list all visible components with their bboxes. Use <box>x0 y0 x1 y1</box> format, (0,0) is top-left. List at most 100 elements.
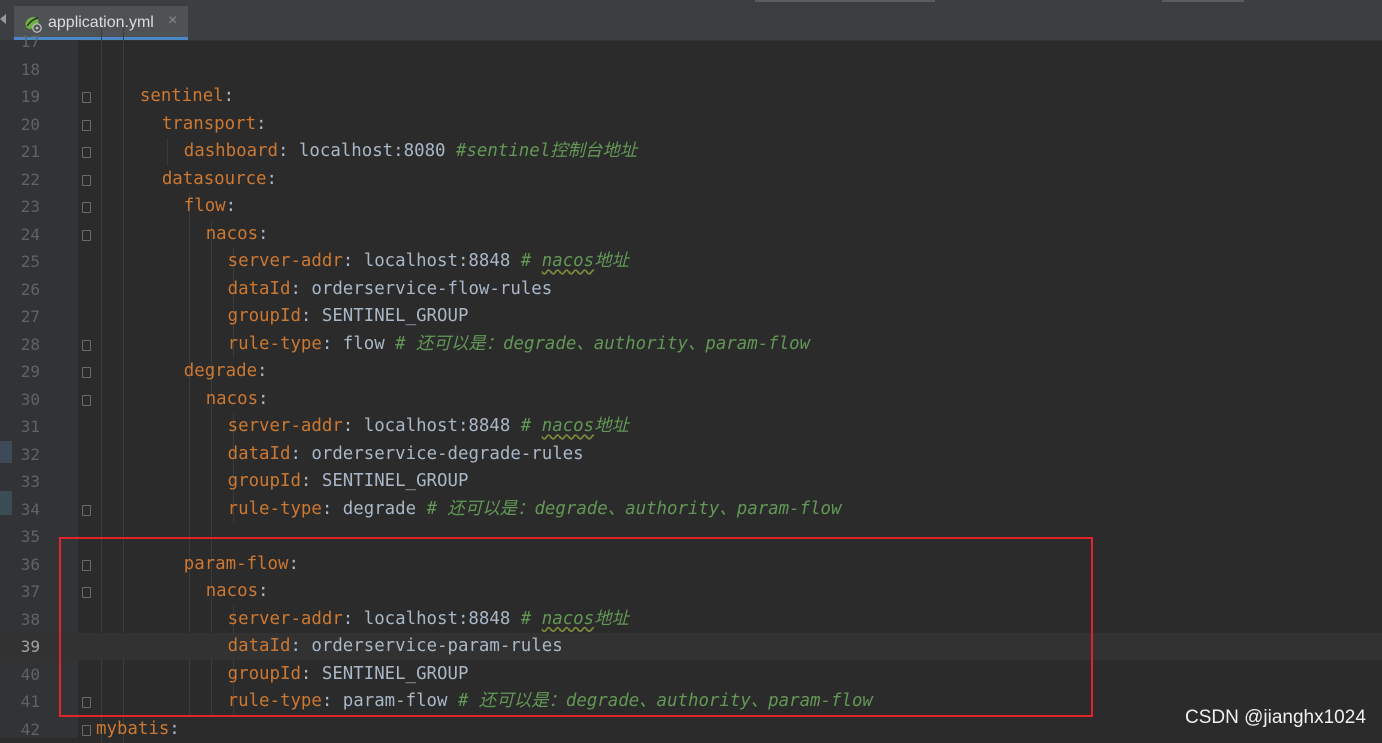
yaml-value: : SENTINEL_GROUP <box>300 306 469 326</box>
line-number: 24 <box>20 224 40 244</box>
fold-marker-icon[interactable] <box>82 394 91 406</box>
line-number: 28 <box>20 334 40 354</box>
code-text: mybatis: <box>96 716 180 743</box>
code-text: groupId: SENTINEL_GROUP <box>228 303 469 330</box>
code-text: server-addr: localhost:8848 # nacos地址 <box>228 248 629 275</box>
yaml-value: : SENTINEL_GROUP <box>300 471 469 491</box>
param-flow-highlight-box <box>59 537 1093 717</box>
code-line[interactable]: 33 groupId: SENTINEL_GROUP <box>0 468 1382 495</box>
yaml-value: : <box>223 86 235 106</box>
fold-marker-icon[interactable] <box>82 504 91 516</box>
line-number: 33 <box>20 472 40 491</box>
line-number: 41 <box>20 692 40 711</box>
code-line[interactable]: 25 server-addr: localhost:8848 # nacos地址 <box>0 248 1382 275</box>
yaml-value: : orderservice-flow-rules <box>290 278 553 299</box>
code-line[interactable]: 30 nacos: <box>0 386 1382 413</box>
code-text: dataId: orderservice-degrade-rules <box>228 441 584 468</box>
code-text: sentinel: <box>140 83 234 110</box>
code-line[interactable]: 32 dataId: orderservice-degrade-rules <box>0 441 1382 468</box>
yaml-key: rule-type <box>227 498 322 519</box>
line-number: 31 <box>20 417 40 436</box>
code-line[interactable]: 19 sentinel: <box>0 83 1382 110</box>
line-number: 27 <box>20 307 40 326</box>
code-line[interactable]: 34 rule-type: degrade # 还可以是：degrade、auth… <box>0 496 1382 523</box>
code-text: flow: <box>184 193 236 220</box>
yaml-value: : <box>258 223 269 244</box>
yaml-value: : <box>225 196 237 216</box>
yaml-key: degrade <box>183 361 258 381</box>
yaml-comment: # 还可以是：degrade、authority、param-flow <box>426 498 842 519</box>
code-line[interactable]: 22 datasource: <box>0 166 1382 193</box>
code-line[interactable]: 23 flow: <box>0 193 1382 220</box>
code-line[interactable]: 28 rule-type: flow # 还可以是：degrade、authori… <box>0 331 1382 358</box>
code-text: degrade: <box>184 358 268 385</box>
fold-marker-icon[interactable] <box>82 174 91 186</box>
yaml-key: server-addr <box>227 416 343 436</box>
yaml-value: : degrade <box>321 498 427 519</box>
code-text: transport: <box>162 111 267 138</box>
yaml-value: : flow <box>321 333 396 354</box>
spellcheck-word: nacos <box>541 251 595 271</box>
code-text: nacos: <box>206 221 269 248</box>
code-text: groupId: SENTINEL_GROUP <box>228 468 469 495</box>
fold-marker-icon[interactable] <box>82 229 91 241</box>
line-number: 32 <box>20 444 40 464</box>
fold-marker-icon[interactable] <box>82 339 91 351</box>
yaml-comment: #sentinel控制台地址 <box>455 141 638 161</box>
yaml-key: nacos <box>205 223 259 244</box>
fold-marker-icon[interactable] <box>82 119 91 131</box>
yaml-key: dataId <box>227 278 291 299</box>
code-text: dataId: orderservice-flow-rules <box>228 276 553 303</box>
code-line[interactable]: 18 <box>0 56 1382 83</box>
yaml-value: : localhost:8080 <box>277 141 456 161</box>
tab-bar-divider <box>755 0 935 2</box>
fold-marker-icon[interactable] <box>82 367 91 378</box>
code-line[interactable]: 26 dataId: orderservice-flow-rules <box>0 276 1382 303</box>
line-number: 19 <box>20 87 40 106</box>
line-number: 17 <box>20 32 40 51</box>
code-text: datasource: <box>162 166 277 193</box>
yaml-key: transport <box>161 113 257 134</box>
code-line[interactable]: 17 <box>0 28 1382 55</box>
fold-marker-icon[interactable] <box>82 92 91 103</box>
fold-marker-icon[interactable] <box>82 147 91 158</box>
yaml-key: sentinel <box>139 86 224 106</box>
line-number: 21 <box>20 142 40 161</box>
fold-marker-icon[interactable] <box>82 724 91 736</box>
yaml-value: : <box>266 168 277 189</box>
code-line[interactable]: 27 groupId: SENTINEL_GROUP <box>0 303 1382 330</box>
code-line[interactable]: 21 dashboard: localhost:8080 #sentinel控制台… <box>0 138 1382 165</box>
line-number: 26 <box>20 279 40 299</box>
yaml-key: flow <box>183 196 226 216</box>
line-number: 37 <box>20 582 40 601</box>
code-line[interactable]: 42 mybatis: <box>0 716 1382 743</box>
line-number: 23 <box>20 197 40 216</box>
code-line[interactable]: 31 server-addr: localhost:8848 # nacos地址 <box>0 413 1382 440</box>
yaml-value: : <box>257 361 268 381</box>
line-number: 18 <box>20 59 40 79</box>
yaml-value: : orderservice-degrade-rules <box>290 443 584 464</box>
code-text: rule-type: degrade # 还可以是：degrade、author… <box>228 496 842 523</box>
line-number: 40 <box>20 664 40 684</box>
fold-marker-icon[interactable] <box>82 202 91 213</box>
yaml-value: : <box>256 113 267 134</box>
code-text: nacos: <box>206 386 269 413</box>
csdn-watermark: CSDN @jianghx1024 <box>1185 707 1366 728</box>
spellcheck-word: nacos <box>541 416 595 436</box>
code-line[interactable]: 20 transport: <box>0 111 1382 138</box>
scroll-tabs-left-icon[interactable] <box>0 14 6 24</box>
tab-bar-divider <box>1162 0 1244 2</box>
line-number: 38 <box>20 609 40 629</box>
yaml-key: server-addr <box>227 251 343 271</box>
line-number: 42 <box>20 719 40 739</box>
line-number: 25 <box>20 252 40 271</box>
code-line[interactable]: 29 degrade: <box>0 358 1382 385</box>
code-text: dashboard: localhost:8080 #sentinel控制台地址 <box>184 138 637 165</box>
yaml-comment: # 还可以是：degrade、authority、param-flow <box>395 333 811 354</box>
yaml-key: nacos <box>205 388 259 409</box>
code-line[interactable]: 24 nacos: <box>0 221 1382 248</box>
line-number: 36 <box>20 554 40 574</box>
yaml-key: rule-type <box>227 333 322 354</box>
line-number: 22 <box>20 169 40 189</box>
yaml-key: mybatis <box>96 718 170 739</box>
